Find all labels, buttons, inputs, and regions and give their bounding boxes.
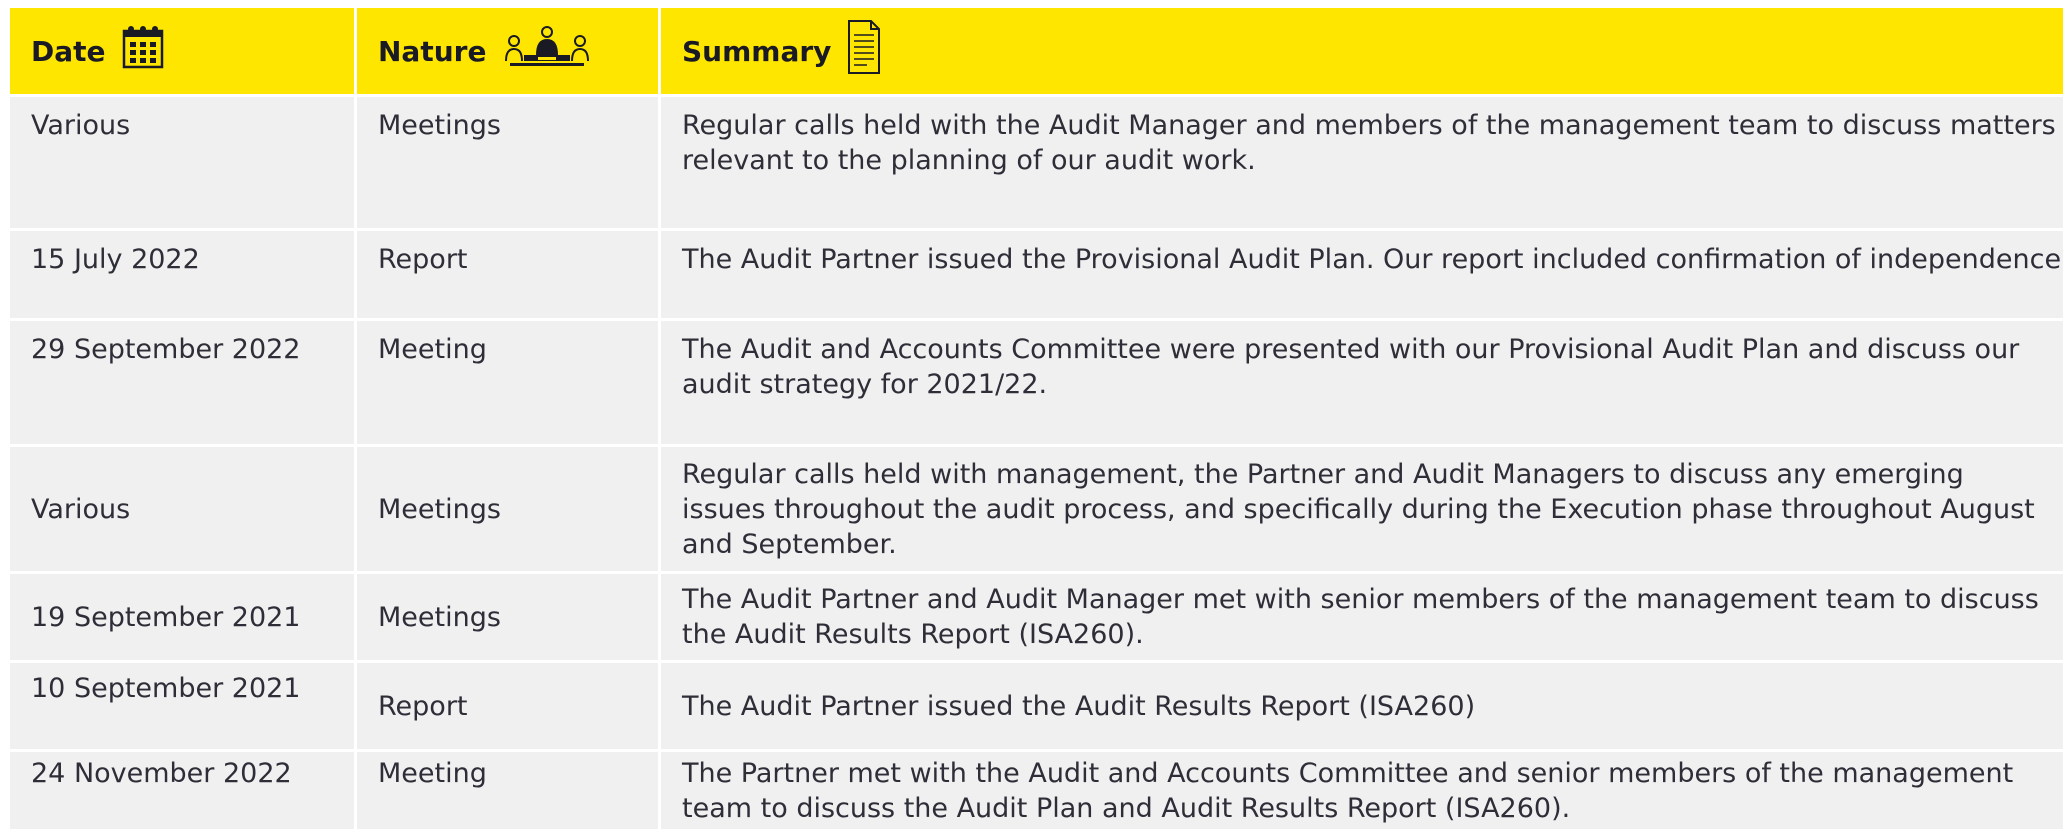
summary-cell: The Audit Partner and Audit Manager met … xyxy=(661,574,2063,663)
table-row: Various Meetings Regular calls held with… xyxy=(10,97,2063,231)
date-cell: 29 September 2022 xyxy=(10,321,357,447)
calendar-icon xyxy=(122,25,164,77)
summary-text: The Audit Partner issued the Audit Resul… xyxy=(682,690,1476,722)
nature-cell: Meeting xyxy=(357,752,661,832)
communications-table: Date Nature Summary Various Meetings Reg… xyxy=(10,8,2063,832)
document-icon xyxy=(847,19,881,83)
summary-cell: The Audit Partner issued the Provisional… xyxy=(661,231,2063,321)
summary-text: The Audit Partner and Audit Manager met … xyxy=(682,584,2039,650)
table-row: Various Meetings Regular calls held with… xyxy=(10,447,2063,574)
nature-cell: Meeting xyxy=(357,321,661,447)
summary-header-label: Summary xyxy=(682,34,832,68)
summary-text: The Audit and Accounts Committee were pr… xyxy=(682,334,2020,400)
meeting-icon xyxy=(502,25,592,77)
summary-text: Regular calls held with management, the … xyxy=(682,458,2035,560)
table-header: Date Nature Summary xyxy=(10,8,2063,97)
nature-cell: Meetings xyxy=(357,97,661,231)
summary-text: The Audit Partner issued the Provisional… xyxy=(682,244,2063,275)
summary-cell: The Audit and Accounts Committee were pr… xyxy=(661,321,2063,447)
table-row: 24 November 2022 Meeting The Partner met… xyxy=(10,752,2063,832)
summary-text: Regular calls held with the Audit Manage… xyxy=(682,110,2056,176)
date-cell: 19 September 2021 xyxy=(10,574,357,663)
summary-cell: The Partner met with the Audit and Accou… xyxy=(661,752,2063,832)
table-row: 10 September 2021 Report The Audit Partn… xyxy=(10,663,2063,752)
date-cell: 24 November 2022 xyxy=(10,752,357,832)
summary-column-header: Summary xyxy=(661,8,2063,97)
table-row: 15 July 2022 Report The Audit Partner is… xyxy=(10,231,2063,321)
date-header-label: Date xyxy=(31,34,106,68)
nature-header-label: Nature xyxy=(378,34,487,68)
date-cell: 10 September 2021 xyxy=(10,663,357,752)
nature-cell: Meetings xyxy=(357,574,661,663)
nature-column-header: Nature xyxy=(357,8,661,97)
date-cell: Various xyxy=(10,97,357,231)
table-row: 29 September 2022 Meeting The Audit and … xyxy=(10,321,2063,447)
nature-cell: Meetings xyxy=(357,447,661,574)
nature-cell: Report xyxy=(357,663,661,752)
date-cell: Various xyxy=(10,447,357,574)
summary-cell: The Audit Partner issued the Audit Resul… xyxy=(661,663,2063,752)
summary-cell: Regular calls held with the Audit Manage… xyxy=(661,97,2063,231)
date-cell: 15 July 2022 xyxy=(10,231,357,321)
summary-cell: Regular calls held with management, the … xyxy=(661,447,2063,574)
table-row: 19 September 2021 Meetings The Audit Par… xyxy=(10,574,2063,663)
date-column-header: Date xyxy=(10,8,357,97)
summary-text: The Partner met with the Audit and Accou… xyxy=(682,758,2014,824)
nature-cell: Report xyxy=(357,231,661,321)
